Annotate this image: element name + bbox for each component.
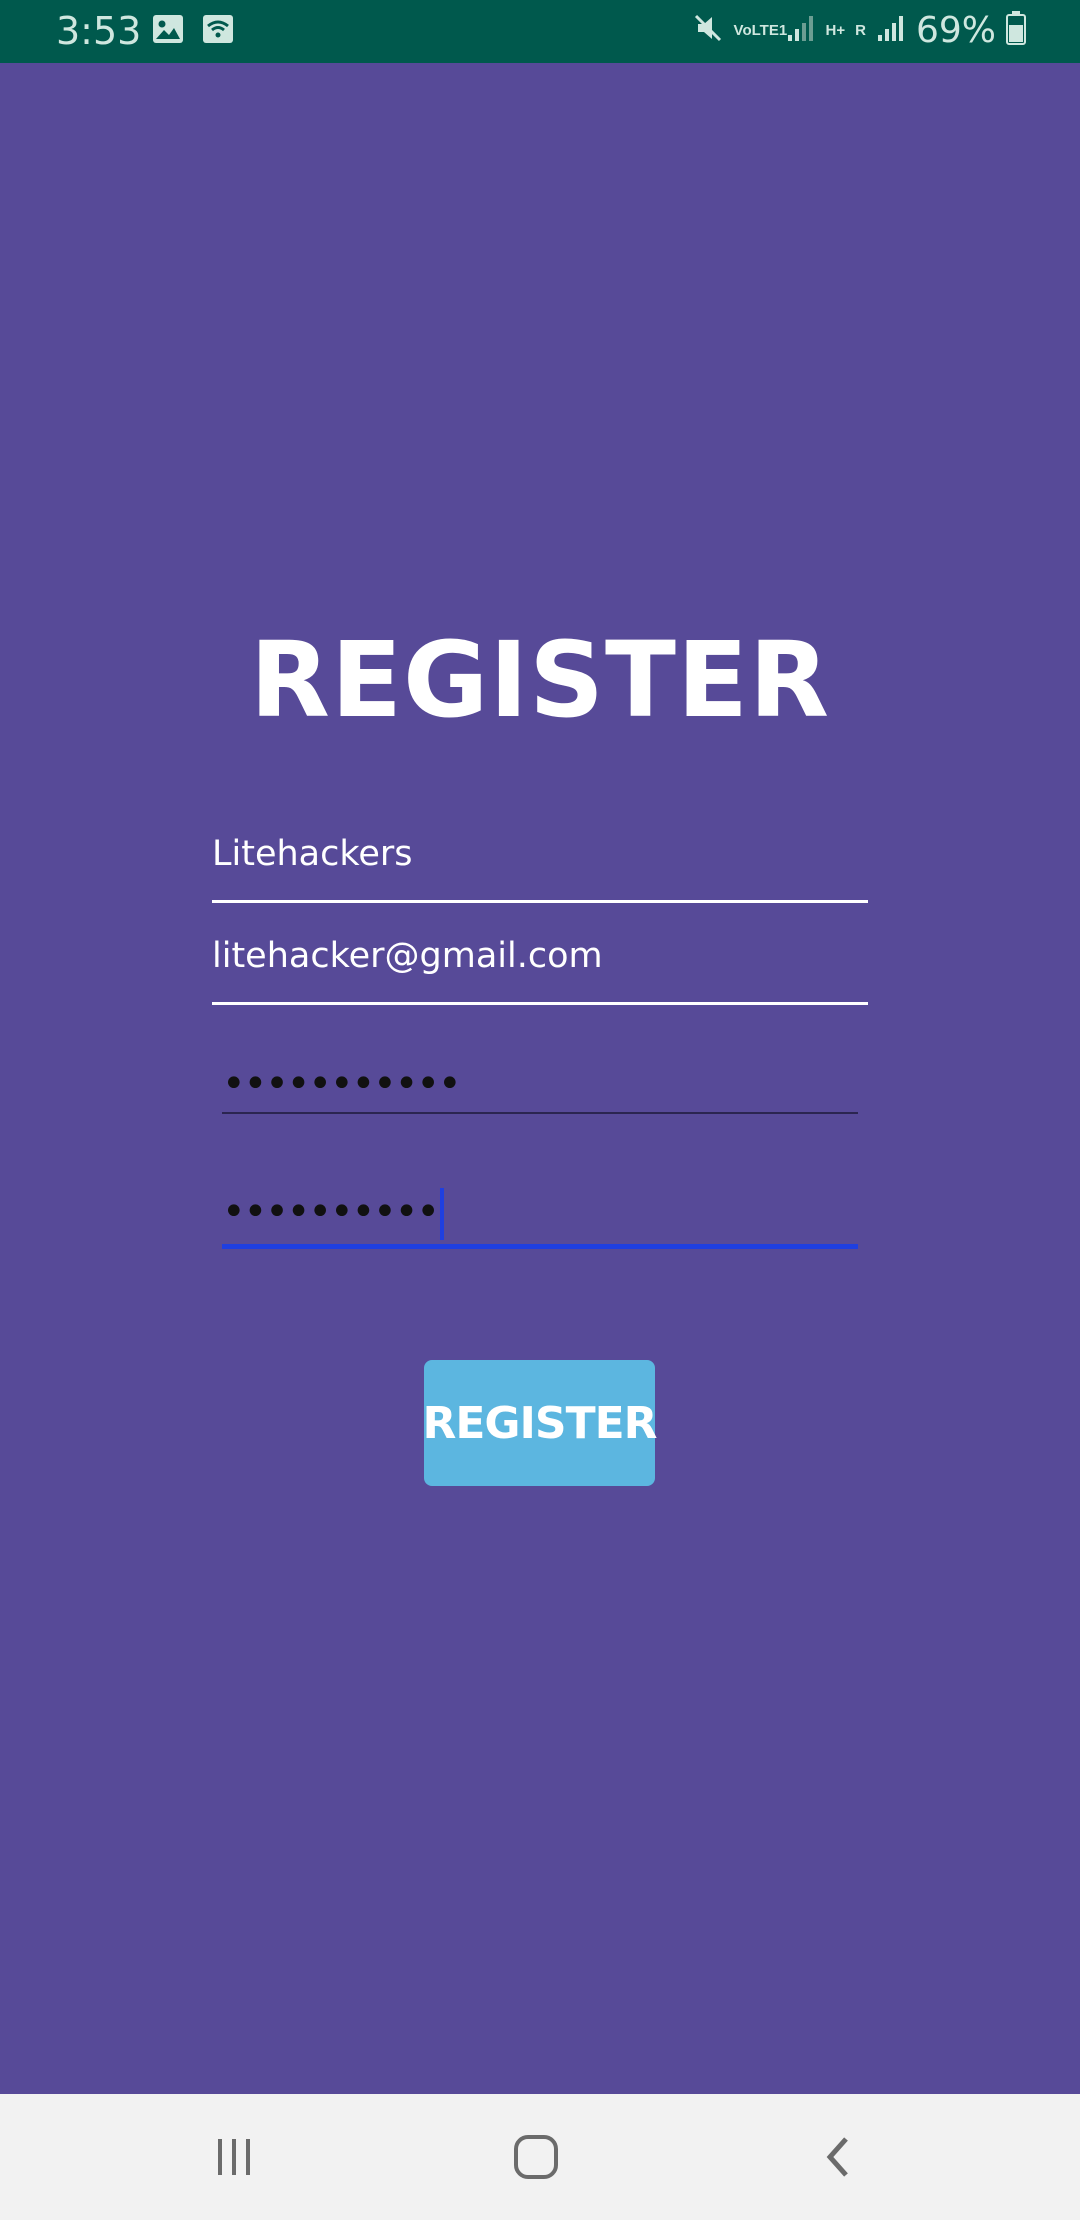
name-value: Litehackers <box>212 834 413 874</box>
signal-icon-2 <box>876 13 906 48</box>
mute-icon <box>692 12 724 49</box>
home-icon[interactable] <box>496 2124 576 2190</box>
name-field[interactable]: Litehackers <box>212 828 868 903</box>
signal-icon <box>786 13 816 48</box>
text-cursor <box>439 1188 444 1240</box>
lte-label: VoLTE1 <box>733 22 788 39</box>
back-icon[interactable] <box>798 2124 878 2190</box>
gallery-icon <box>152 14 184 49</box>
password-value: ••••••••••• <box>222 1061 462 1107</box>
battery-percent: 69% <box>915 10 996 51</box>
register-button[interactable]: REGISTER <box>422 1360 658 1486</box>
battery-icon <box>1006 11 1026 50</box>
status-time: 3:53 <box>56 9 142 53</box>
confirm-password-value: •••••••••• <box>222 1189 440 1235</box>
hplus-label: H+ <box>825 22 846 39</box>
email-value: litehacker@gmail.com <box>212 936 603 976</box>
status-bar: 3:53 VoLTE1 H+ R 69% <box>0 0 1080 63</box>
wifi-call-icon <box>202 14 234 49</box>
navigation-bar <box>0 2094 1080 2220</box>
email-field[interactable]: litehacker@gmail.com <box>212 932 868 1005</box>
recents-icon[interactable] <box>194 2124 274 2190</box>
page-title: REGISTER <box>249 619 831 741</box>
password-field[interactable]: ••••••••••• <box>222 1062 858 1114</box>
confirm-password-field[interactable]: •••••••••• <box>222 1188 858 1249</box>
roaming-label: R <box>855 22 866 39</box>
